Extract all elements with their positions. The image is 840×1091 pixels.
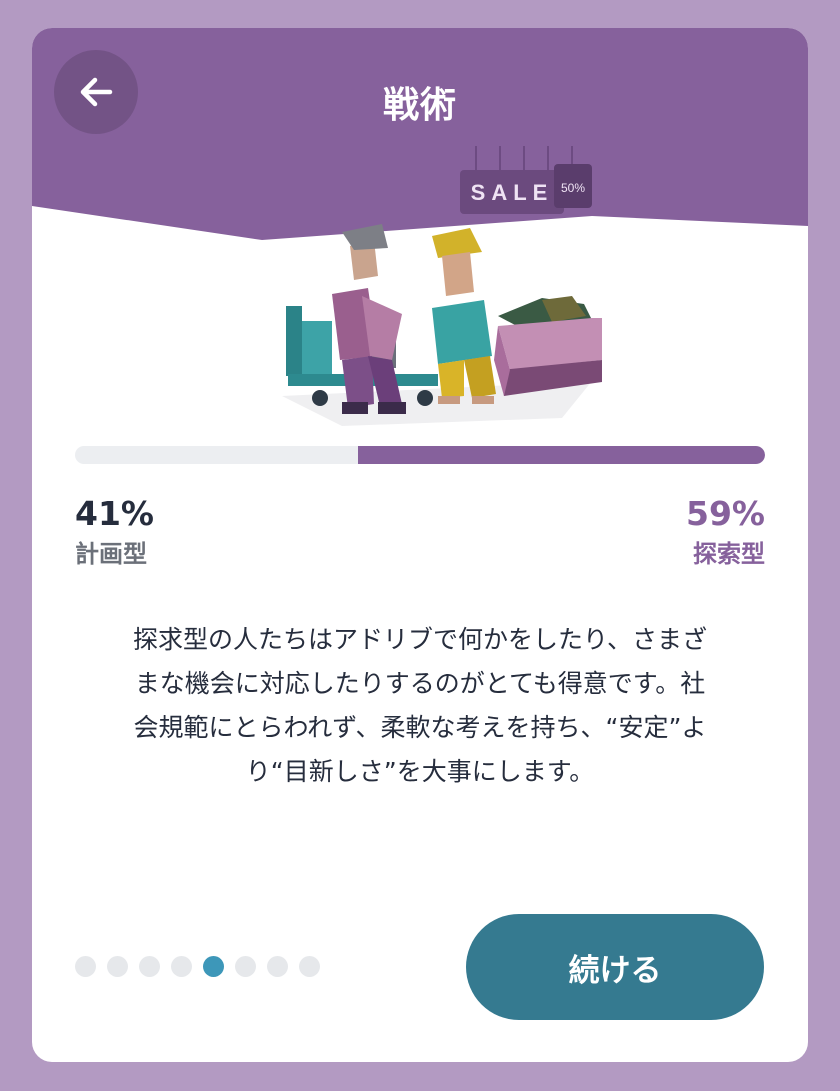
pager-dot bbox=[107, 956, 128, 977]
planner-percent: 41% bbox=[75, 494, 154, 533]
pager-dot bbox=[267, 956, 288, 977]
page-title: 戦術 bbox=[382, 85, 457, 126]
description-text: 探求型の人たちはアドリブで何かをしたり、さまざ まな機会に対応したりするのがとて… bbox=[72, 618, 768, 794]
continue-button[interactable]: 続ける bbox=[466, 914, 764, 1020]
blond-character bbox=[432, 228, 496, 404]
description-line: 会規範にとらわれず、柔軟な考えを持ち、“安定”よ bbox=[133, 713, 707, 742]
pager-dot bbox=[235, 956, 256, 977]
explorer-label: 探索型 bbox=[693, 540, 765, 568]
sale-tags: SALE 50% bbox=[460, 146, 592, 214]
sale-box bbox=[494, 296, 602, 396]
pager-dot bbox=[299, 956, 320, 977]
description-line: り“目新しさ”を大事にします。 bbox=[245, 757, 595, 786]
sale-sign-text: SALE bbox=[471, 180, 554, 205]
planner-label: 計画型 bbox=[75, 540, 147, 568]
discount-tag-text: 50% bbox=[561, 181, 585, 195]
personality-card: 戦術 SALE 50% 41% 計画型 59% 探索型 探求型の人たちはアドリブ… bbox=[32, 28, 808, 1062]
stat-explorer: 59% 探索型 bbox=[686, 494, 765, 572]
progress-fill-explorer bbox=[357, 446, 765, 464]
shopping-illustration: SALE 50% bbox=[282, 146, 602, 426]
description-line: まな機会に対応したりするのがとても得意です。社 bbox=[134, 669, 706, 698]
stat-planner: 41% 計画型 bbox=[75, 494, 154, 572]
explorer-percent: 59% bbox=[686, 494, 765, 533]
pager-dots bbox=[75, 956, 320, 977]
pager-dot bbox=[75, 956, 96, 977]
progress-bar bbox=[75, 446, 765, 464]
pager-dot bbox=[139, 956, 160, 977]
description-line: 探求型の人たちはアドリブで何かをしたり、さまざ bbox=[132, 625, 707, 654]
pager-dot-active bbox=[203, 956, 224, 977]
pager-dot bbox=[171, 956, 192, 977]
